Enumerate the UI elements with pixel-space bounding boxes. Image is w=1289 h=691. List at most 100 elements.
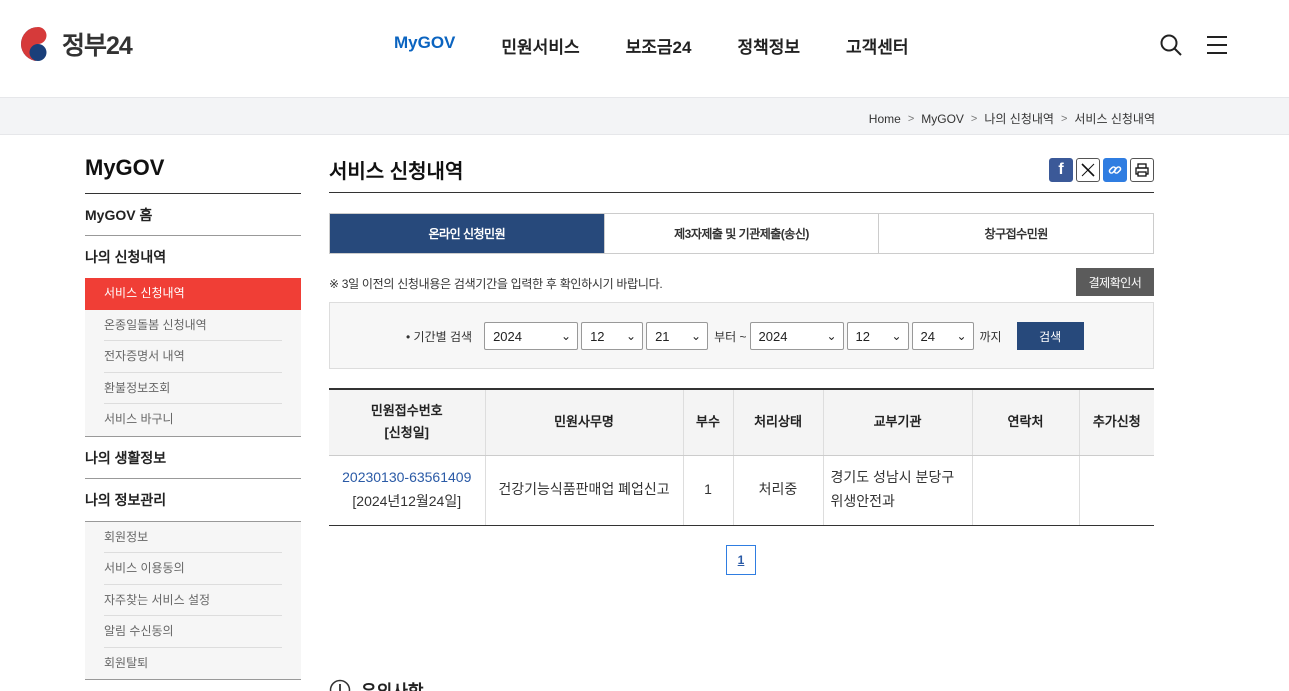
from-month-select[interactable]: 12 ⌄: [581, 322, 644, 350]
logo-text: 정부24: [62, 32, 133, 60]
main-nav: MyGOV 민원서비스 보조금24 정책정보 고객센터: [394, 33, 955, 58]
chevron-down-icon: ⌄: [691, 329, 702, 343]
sidebar-subitem-notification-consent[interactable]: 알림 수신동의: [85, 616, 301, 648]
to-text: 까지: [979, 329, 1002, 344]
x-twitter-icon[interactable]: [1076, 158, 1100, 182]
to-month-value: 12: [855, 328, 870, 344]
from-day-value: 21: [655, 328, 670, 344]
from-day-select[interactable]: 21 ⌄: [646, 322, 709, 350]
sidebar-subitem-service-basket[interactable]: 서비스 바구니: [85, 404, 301, 436]
period-search-form: • 기간별 검색 2024 ⌄ 12 ⌄ 21 ⌄ 부터 ~ 2024 ⌄ 12 ⌄ 24…: [406, 322, 1084, 350]
cell-copies: 1: [683, 455, 734, 526]
tab-counter-applications[interactable]: 창구접수민원: [879, 214, 1153, 253]
share-buttons: f: [1049, 158, 1154, 182]
breadcrumb-mygov[interactable]: MyGOV: [921, 112, 964, 126]
cell-status: 처리중: [733, 455, 824, 526]
period-search-label: • 기간별 검색: [406, 329, 473, 344]
print-icon[interactable]: [1130, 158, 1154, 182]
sidebar-subitem-member-info[interactable]: 회원정보: [85, 522, 301, 554]
cell-service-name: 건강기능식품판매업 폐업신고: [485, 455, 684, 526]
nav-policy[interactable]: 정책정보: [737, 33, 800, 58]
application-date: [2024년12월24일]: [352, 493, 462, 509]
chevron-down-icon: ⌄: [826, 329, 837, 343]
sidebar-item-info-management[interactable]: 나의 정보관리: [85, 479, 301, 521]
breadcrumb-my-applications[interactable]: 나의 신청내역: [984, 110, 1054, 127]
to-day-value: 24: [920, 328, 935, 344]
receipt-number-link[interactable]: 20230130-63561409: [342, 469, 471, 485]
col-contact: 연락처: [972, 389, 1080, 456]
cell-contact: [972, 455, 1080, 526]
facebook-icon[interactable]: f: [1049, 158, 1073, 182]
col-issuing-org: 교부기관: [823, 389, 973, 456]
taegeuk-logo-icon: [21, 27, 55, 61]
breadcrumb-home[interactable]: Home: [869, 112, 901, 126]
caution-heading: 유의사항: [329, 677, 424, 691]
search-icon[interactable]: [1159, 33, 1183, 57]
chevron-right-icon: >: [907, 112, 915, 125]
sidebar-subitem-withdraw[interactable]: 회원탈퇴: [85, 648, 301, 680]
link-copy-icon[interactable]: [1103, 158, 1127, 182]
chevron-right-icon: >: [1060, 112, 1068, 125]
tab-third-party-submission[interactable]: 제3자제출 및 기관제출(송신): [605, 214, 880, 253]
chevron-down-icon: ⌄: [891, 329, 902, 343]
page-title-text: 서비스 신청내역: [329, 161, 464, 183]
table-row: 20230130-63561409 [2024년12월24일] 건강기능식품판매…: [329, 455, 1154, 526]
col-extra-request: 추가신청: [1079, 389, 1154, 456]
nav-customer-center[interactable]: 고객센터: [846, 33, 909, 58]
col-copies: 부수: [683, 389, 734, 456]
sidebar-subitem-refund-lookup[interactable]: 환불정보조회: [85, 373, 301, 405]
sidebar-item-mygov-home[interactable]: MyGOV 홈: [85, 194, 301, 236]
nav-civil-service[interactable]: 민원서비스: [501, 33, 579, 58]
chevron-down-icon: ⌄: [626, 329, 637, 343]
tab-bar: 온라인 신청민원 제3자제출 및 기관제출(송신) 창구접수민원: [329, 213, 1154, 254]
breadcrumb-bar: Home > MyGOV > 나의 신청내역 > 서비스 신청내역: [0, 97, 1289, 135]
sidebar-subitem-favorite-services[interactable]: 자주찾는 서비스 설정: [85, 585, 301, 617]
col-service-name: 민원사무명: [485, 389, 684, 456]
sidebar-item-life-info[interactable]: 나의 생활정보: [85, 437, 301, 479]
notice-text: ※ 3일 이전의 신청내용은 검색기간을 입력한 후 확인하시기 바랍니다.: [329, 277, 663, 291]
cell-receipt-no: 20230130-63561409 [2024년12월24일]: [329, 455, 486, 526]
chevron-down-icon: ⌄: [561, 329, 572, 343]
sidebar-subitem-all-day-care[interactable]: 온종일돌봄 신청내역: [85, 310, 301, 342]
payment-confirmation-button[interactable]: 결제확인서: [1076, 268, 1154, 296]
menu-icon[interactable]: [1205, 33, 1229, 57]
main-content: 서비스 신청내역 f 온라인 신청민원 제3자제출 및 기관제출(송신) 창구접…: [329, 155, 1154, 691]
from-month-value: 12: [590, 328, 605, 344]
tab-online-applications[interactable]: 온라인 신청민원: [330, 214, 605, 253]
caution-title: 유의사항: [361, 677, 424, 691]
pagination-page-1[interactable]: 1: [726, 545, 756, 575]
to-year-select[interactable]: 2024 ⌄: [749, 322, 844, 350]
header-icons: [1159, 33, 1229, 57]
cell-extra-request: [1079, 455, 1154, 526]
col-status: 처리상태: [733, 389, 824, 456]
sidebar-title: MyGOV: [85, 155, 301, 194]
sidebar-subgroup-applications: 서비스 신청내역 온종일돌봄 신청내역 전자증명서 내역 환불정보조회 서비스 …: [85, 278, 301, 437]
nav-subsidy[interactable]: 보조금24: [626, 33, 692, 58]
search-button[interactable]: 검색: [1016, 322, 1084, 350]
to-month-select[interactable]: 12 ⌄: [846, 322, 909, 350]
col-receipt-no: 민원접수번호 [신청일]: [329, 389, 486, 456]
site-header: 정부24 MyGOV 민원서비스 보조금24 정책정보 고객센터: [0, 0, 1289, 97]
breadcrumb-current[interactable]: 서비스 신청내역: [1074, 110, 1155, 127]
logo[interactable]: 정부24: [20, 26, 133, 62]
from-year-value: 2024: [493, 328, 522, 344]
cell-issuing-org: 경기도 성남시 분당구 위생안전과: [823, 455, 973, 526]
period-search-box: • 기간별 검색 2024 ⌄ 12 ⌄ 21 ⌄ 부터 ~ 2024 ⌄ 12 ⌄ 24…: [329, 302, 1154, 369]
page-title: 서비스 신청내역: [329, 155, 1154, 193]
info-circle-icon: [329, 679, 351, 691]
table-header-row: 민원접수번호 [신청일] 민원사무명 부수 처리상태 교부기관 연락처 추가신청: [329, 389, 1154, 456]
sidebar-subitem-service-consent[interactable]: 서비스 이용동의: [85, 553, 301, 585]
to-year-value: 2024: [758, 328, 788, 344]
sidebar-subgroup-info: 회원정보 서비스 이용동의 자주찾는 서비스 설정 알림 수신동의 회원탈퇴: [85, 520, 301, 680]
sidebar-subitem-e-certificates[interactable]: 전자증명서 내역: [85, 341, 301, 373]
from-text: 부터 ~: [714, 329, 747, 344]
nav-mygov[interactable]: MyGOV: [394, 33, 455, 58]
to-day-select[interactable]: 24 ⌄: [911, 322, 974, 350]
sidebar-subitem-service-applications[interactable]: 서비스 신청내역: [85, 278, 301, 310]
from-year-select[interactable]: 2024 ⌄: [484, 322, 579, 350]
chevron-right-icon: >: [970, 112, 978, 125]
chevron-down-icon: ⌄: [956, 329, 967, 343]
sidebar-item-my-applications[interactable]: 나의 신청내역: [85, 236, 301, 278]
sidebar: MyGOV MyGOV 홈 나의 신청내역 서비스 신청내역 온종일돌봄 신청내…: [85, 155, 301, 680]
applications-table: 민원접수번호 [신청일] 민원사무명 부수 처리상태 교부기관 연락처 추가신청 …: [329, 388, 1154, 526]
